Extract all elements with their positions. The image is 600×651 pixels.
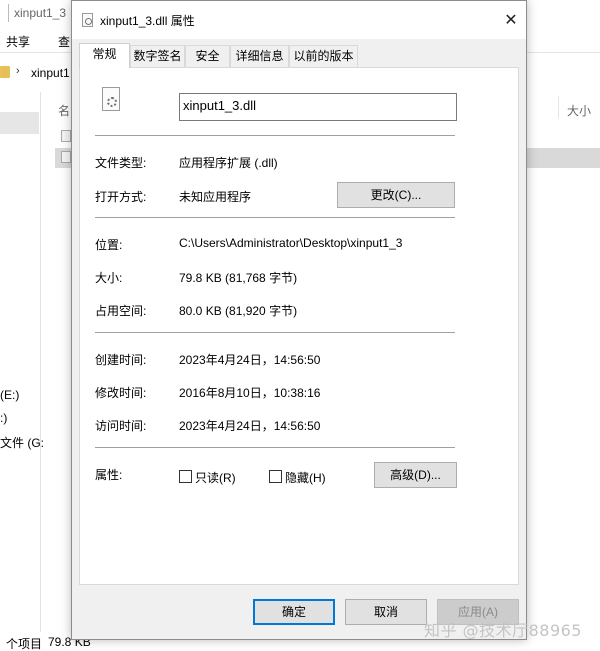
- attributes-label: 属性:: [95, 468, 123, 482]
- explorer-window-title: xinput1_3: [14, 6, 67, 20]
- cancel-button[interactable]: 取消: [345, 599, 427, 625]
- properties-dialog: xinput1_3.dll 属性 ✕ 常规 数字签名 安全 详细信息 以前的版本…: [71, 0, 527, 640]
- hidden-checkbox[interactable]: [269, 470, 282, 483]
- dll-file-icon: [82, 13, 93, 27]
- divider: [95, 332, 455, 334]
- tab-security[interactable]: 安全: [185, 45, 230, 67]
- opens-with-label: 打开方式:: [95, 190, 147, 204]
- sidebar-selected-item[interactable]: [0, 112, 39, 134]
- watermark: 知乎 @技术厅88965: [424, 621, 582, 640]
- modified-value: 2016年8月10日，10:38:16: [179, 386, 321, 400]
- file-name-field[interactable]: xinput1_3.dll: [179, 93, 457, 121]
- tab-digital-signatures[interactable]: 数字签名: [130, 45, 185, 67]
- dialog-title: xinput1_3.dll 属性: [100, 14, 195, 28]
- address-text[interactable]: xinput1: [31, 66, 70, 80]
- ribbon-tab-view[interactable]: 查: [58, 33, 70, 50]
- file-icon: [61, 130, 71, 142]
- change-button[interactable]: 更改(C)...: [337, 182, 455, 208]
- size-value: 79.8 KB (81,768 字节): [179, 271, 298, 285]
- readonly-checkbox-label[interactable]: 只读(R): [195, 469, 236, 486]
- readonly-checkbox[interactable]: [179, 470, 192, 483]
- file-type-value: 应用程序扩展 (.dll): [179, 156, 278, 170]
- accessed-value: 2023年4月24日，14:56:50: [179, 419, 321, 433]
- sidebar-drive-f[interactable]: :): [0, 411, 7, 425]
- column-separator: [558, 96, 559, 118]
- sidebar-drive-e[interactable]: (E:): [0, 388, 19, 402]
- divider: [95, 217, 455, 219]
- folder-icon: [0, 66, 10, 78]
- close-icon[interactable]: ✕: [500, 9, 522, 31]
- ok-button[interactable]: 确定: [253, 599, 335, 625]
- ribbon-tab-share[interactable]: 共享: [6, 33, 30, 50]
- modified-label: 修改时间:: [95, 386, 147, 400]
- divider: [95, 447, 455, 449]
- dll-gear-icon: [102, 87, 120, 111]
- dll-file-icon: [61, 151, 71, 163]
- divider: [95, 135, 455, 137]
- opens-with-value: 未知应用程序: [179, 190, 252, 204]
- created-label: 创建时间:: [95, 353, 147, 367]
- tab-details[interactable]: 详细信息: [230, 45, 289, 67]
- created-value: 2023年4月24日，14:56:50: [179, 353, 321, 367]
- general-tab-panel: xinput1_3.dll 文件类型: 应用程序扩展 (.dll) 打开方式: …: [79, 67, 519, 585]
- gear-icon: [107, 97, 117, 107]
- column-header-size[interactable]: 大小: [567, 102, 591, 119]
- status-item-count: 个项目: [6, 637, 43, 651]
- location-value: C:\Users\Administrator\Desktop\xinput1_3: [179, 236, 403, 250]
- column-header-name[interactable]: 名: [58, 102, 70, 119]
- dialog-titlebar[interactable]: xinput1_3.dll 属性 ✕: [72, 1, 526, 39]
- sidebar-drive-g[interactable]: 文件 (G:: [0, 434, 44, 451]
- accessed-label: 访问时间:: [95, 419, 147, 433]
- advanced-button[interactable]: 高级(D)...: [374, 462, 457, 488]
- tab-previous-versions[interactable]: 以前的版本: [289, 45, 358, 67]
- location-label: 位置:: [95, 238, 123, 252]
- file-type-label: 文件类型:: [95, 156, 147, 170]
- titlebar-separator: [8, 4, 9, 22]
- size-label: 大小:: [95, 271, 123, 285]
- hidden-checkbox-label[interactable]: 隐藏(H): [285, 469, 326, 486]
- size-on-disk-value: 80.0 KB (81,920 字节): [179, 304, 298, 318]
- chevron-right-icon: ›: [16, 65, 20, 77]
- tab-general[interactable]: 常规: [79, 43, 130, 68]
- sidebar-divider: [40, 92, 41, 632]
- size-on-disk-label: 占用空间:: [95, 304, 147, 318]
